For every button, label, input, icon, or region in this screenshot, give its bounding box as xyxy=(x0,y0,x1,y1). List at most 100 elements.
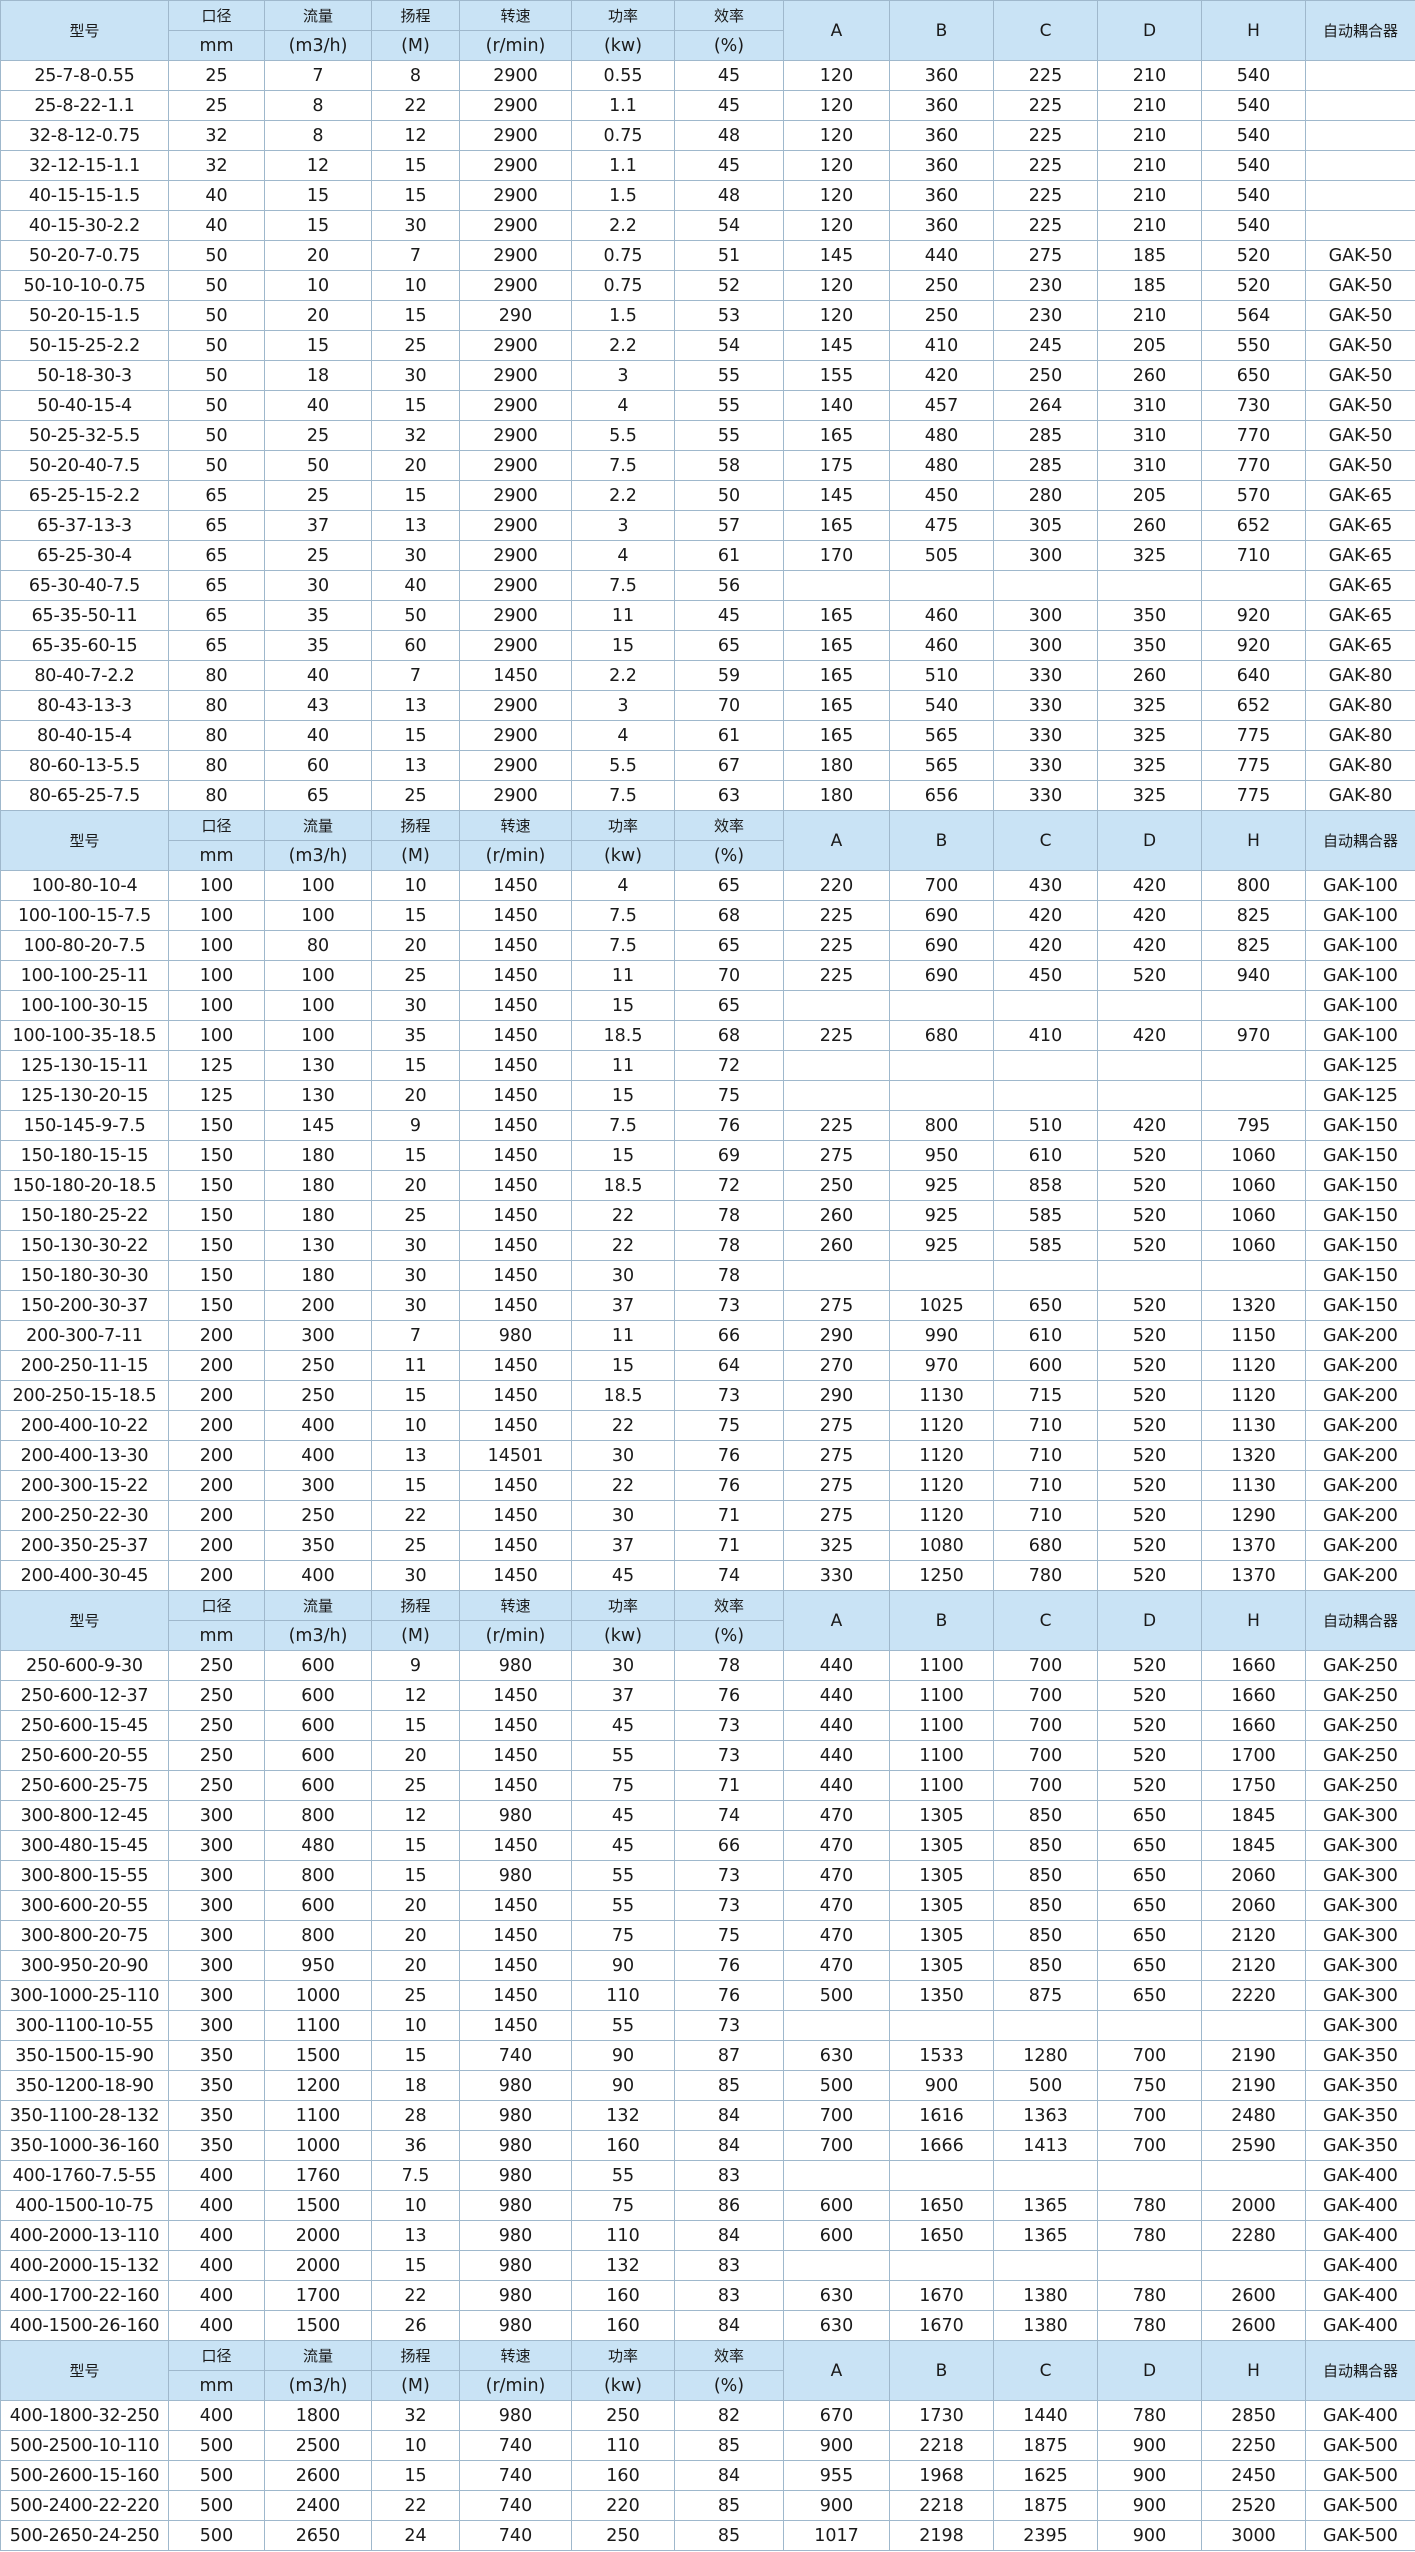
cell-power: 4 xyxy=(571,870,675,901)
cell-model: 80-65-25-7.5 xyxy=(0,780,169,811)
cell-dim-c: 610 xyxy=(993,1140,1098,1171)
cell-coupler: GAK-65 xyxy=(1305,570,1415,601)
cell-head: 9 xyxy=(371,1650,460,1681)
cell-speed: 1450 xyxy=(459,1260,572,1291)
cell-model: 300-800-20-75 xyxy=(0,1920,169,1951)
header-dim-c: C xyxy=(993,810,1098,871)
cell-dim-d: 210 xyxy=(1097,210,1202,241)
cell-coupler: GAK-100 xyxy=(1305,930,1415,961)
cell-caliber: 125 xyxy=(168,1050,265,1081)
cell-coupler: GAK-400 xyxy=(1305,2160,1415,2191)
table-row: 150-180-15-15 150 180 15 1450 15 69 275 950 610 52… xyxy=(0,1140,1415,1171)
cell-dim-d: 520 xyxy=(1097,1230,1202,1261)
cell-dim-d: 520 xyxy=(1097,1320,1202,1351)
cell-efficiency: 65 xyxy=(674,630,784,661)
cell-model: 350-1000-36-160 xyxy=(0,2130,169,2161)
cell-dim-a: 165 xyxy=(783,510,890,541)
cell-model: 400-1760-7.5-55 xyxy=(0,2160,169,2191)
cell-efficiency: 68 xyxy=(674,900,784,931)
cell-caliber: 350 xyxy=(168,2040,265,2071)
cell-dim-d: 650 xyxy=(1097,1980,1202,2011)
table-row: 100-80-10-4 100 100 10 1450 4 65 220 700 430 420 80… xyxy=(0,870,1415,901)
cell-power: 90 xyxy=(571,2040,675,2071)
unit-flow: (m3/h) xyxy=(264,1620,372,1651)
cell-caliber: 150 xyxy=(168,1230,265,1261)
cell-dim-c: 650 xyxy=(993,1290,1098,1321)
cell-model: 50-20-15-1.5 xyxy=(0,300,169,331)
cell-power: 11 xyxy=(571,1050,675,1081)
cell-caliber: 300 xyxy=(168,1830,265,1861)
cell-model: 50-25-32-5.5 xyxy=(0,420,169,451)
cell-flow: 43 xyxy=(264,690,372,721)
cell-caliber: 150 xyxy=(168,1290,265,1321)
cell-coupler: GAK-65 xyxy=(1305,510,1415,541)
cell-caliber: 25 xyxy=(168,90,265,121)
cell-dim-d: 520 xyxy=(1097,1710,1202,1741)
cell-caliber: 150 xyxy=(168,1110,265,1141)
cell-dim-a xyxy=(783,1050,890,1081)
cell-dim-c xyxy=(993,990,1098,1021)
cell-coupler: GAK-150 xyxy=(1305,1170,1415,1201)
cell-head: 10 xyxy=(371,2010,460,2041)
cell-dim-h: 1700 xyxy=(1201,1740,1306,1771)
cell-speed: 1450 xyxy=(459,1080,572,1111)
cell-efficiency: 45 xyxy=(674,600,784,631)
cell-dim-c: 710 xyxy=(993,1410,1098,1441)
cell-dim-d: 325 xyxy=(1097,540,1202,571)
unit-power: (kw) xyxy=(571,840,675,871)
unit-caliber: mm xyxy=(168,2370,265,2401)
cell-caliber: 200 xyxy=(168,1560,265,1591)
cell-dim-a: 275 xyxy=(783,1440,890,1471)
cell-dim-d: 520 xyxy=(1097,1740,1202,1771)
cell-flow: 800 xyxy=(264,1920,372,1951)
table-row: 250-600-12-37 250 600 12 1450 37 76 440 1100 700 5… xyxy=(0,1680,1415,1711)
cell-dim-h: 540 xyxy=(1201,60,1306,91)
table-row: 350-1500-15-90 350 1500 15 740 90 87 630 1533 128… xyxy=(0,2040,1415,2071)
cell-flow: 600 xyxy=(264,1680,372,1711)
cell-efficiency: 76 xyxy=(674,1950,784,1981)
cell-efficiency: 75 xyxy=(674,1920,784,1951)
cell-dim-a xyxy=(783,1080,890,1111)
cell-power: 18.5 xyxy=(571,1170,675,1201)
cell-dim-c: 225 xyxy=(993,120,1098,151)
cell-coupler: GAK-80 xyxy=(1305,750,1415,781)
cell-flow: 600 xyxy=(264,1650,372,1681)
cell-dim-d: 750 xyxy=(1097,2070,1202,2101)
table-row: 65-37-13-3 65 37 13 2900 3 57 165 475 305 260 652 GA… xyxy=(0,510,1415,541)
cell-dim-c: 1440 xyxy=(993,2400,1098,2431)
cell-dim-b: 505 xyxy=(889,540,994,571)
cell-dim-a: 260 xyxy=(783,1230,890,1261)
cell-dim-h: 2850 xyxy=(1201,2400,1306,2431)
cell-speed: 2900 xyxy=(459,240,572,271)
cell-dim-b: 360 xyxy=(889,180,994,211)
cell-dim-c: 850 xyxy=(993,1860,1098,1891)
cell-dim-d: 350 xyxy=(1097,630,1202,661)
unit-head: (M) xyxy=(371,840,460,871)
cell-flow: 40 xyxy=(264,720,372,751)
cell-dim-h: 1660 xyxy=(1201,1650,1306,1681)
cell-dim-b: 2198 xyxy=(889,2520,994,2551)
table-row: 150-200-30-37 150 200 30 1450 37 73 275 1025 650 5… xyxy=(0,1290,1415,1321)
cell-speed: 2900 xyxy=(459,390,572,421)
table-row: 50-25-32-5.5 50 25 32 2900 5.5 55 165 480 285 310 7… xyxy=(0,420,1415,451)
cell-efficiency: 66 xyxy=(674,1320,784,1351)
cell-caliber: 500 xyxy=(168,2490,265,2521)
table-row: 25-7-8-0.55 25 7 8 2900 0.55 45 120 360 225 210 540 xyxy=(0,60,1415,91)
cell-efficiency: 63 xyxy=(674,780,784,811)
cell-coupler: GAK-200 xyxy=(1305,1410,1415,1441)
cell-dim-c xyxy=(993,570,1098,601)
cell-model: 100-100-30-15 xyxy=(0,990,169,1021)
cell-coupler: GAK-50 xyxy=(1305,300,1415,331)
cell-dim-h: 970 xyxy=(1201,1020,1306,1051)
cell-efficiency: 61 xyxy=(674,540,784,571)
cell-power: 110 xyxy=(571,2220,675,2251)
cell-speed: 980 xyxy=(459,2070,572,2101)
cell-model: 200-250-11-15 xyxy=(0,1350,169,1381)
cell-dim-c: 1875 xyxy=(993,2490,1098,2521)
cell-caliber: 150 xyxy=(168,1170,265,1201)
cell-power: 22 xyxy=(571,1470,675,1501)
cell-speed: 1450 xyxy=(459,1740,572,1771)
cell-dim-d: 900 xyxy=(1097,2490,1202,2521)
cell-dim-d: 520 xyxy=(1097,1350,1202,1381)
header-dim-a: A xyxy=(783,2340,890,2401)
